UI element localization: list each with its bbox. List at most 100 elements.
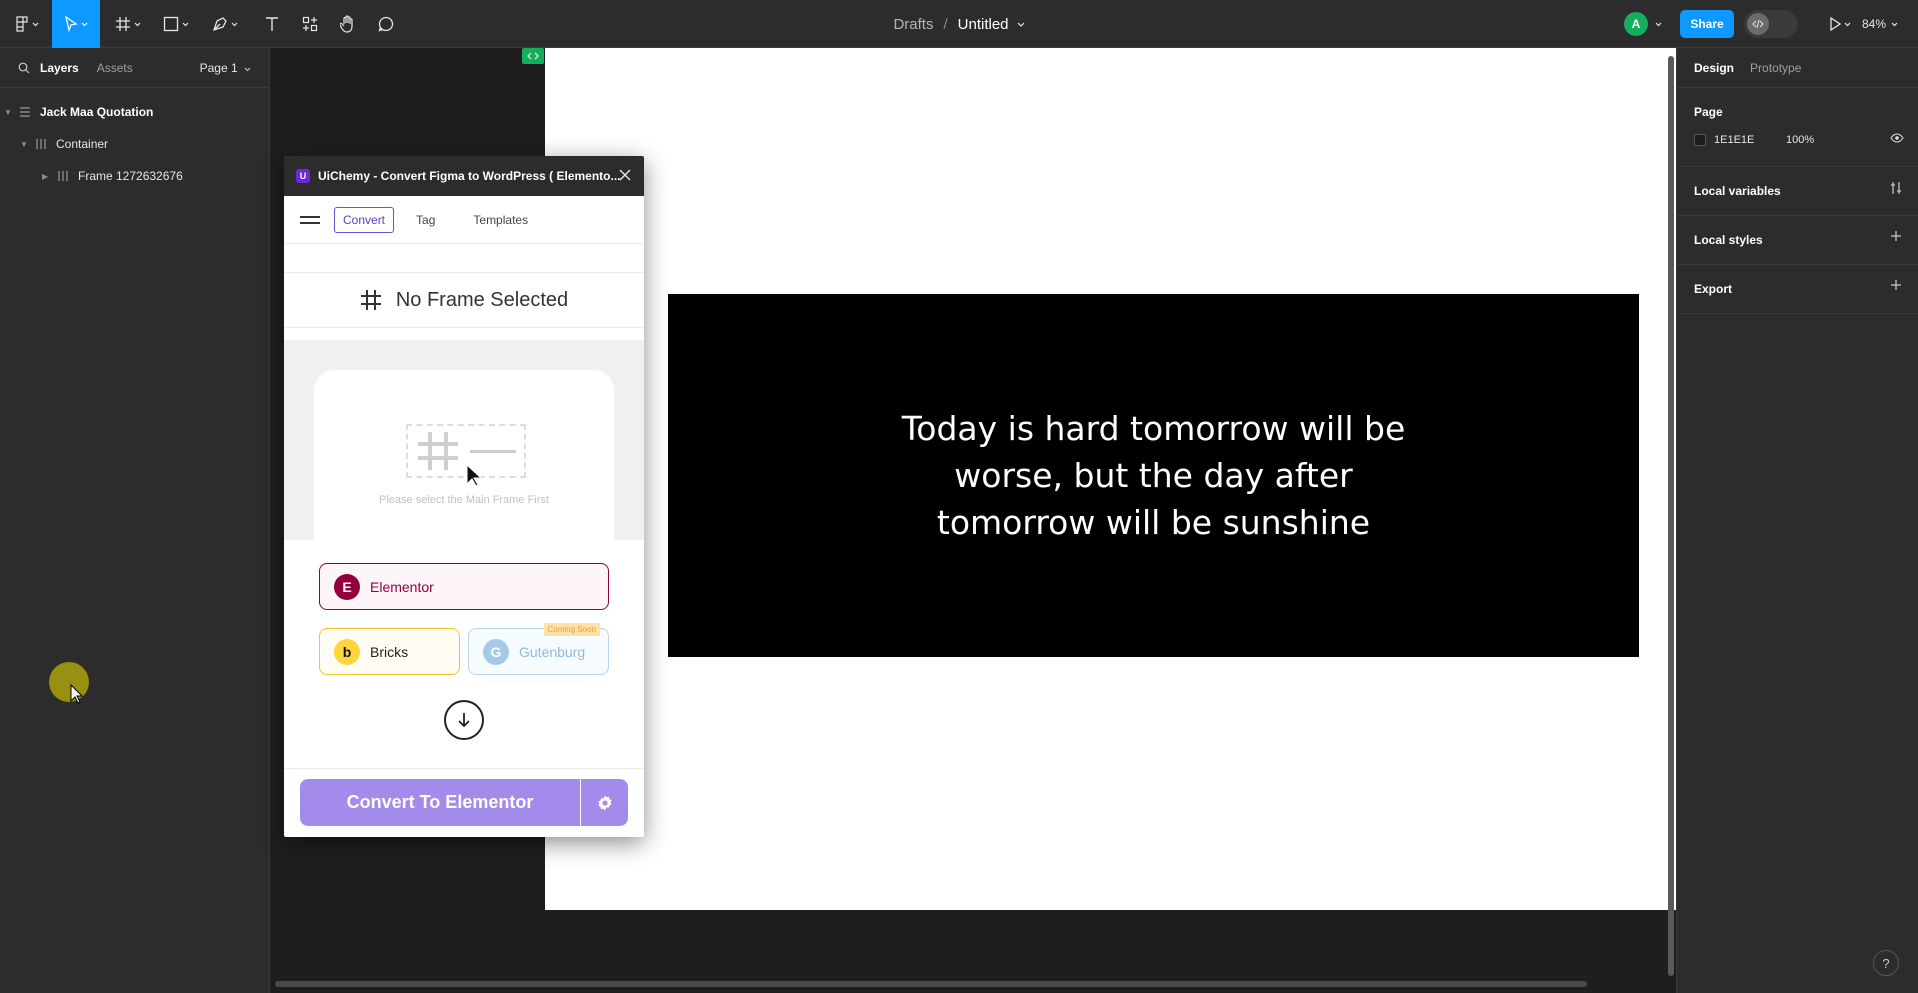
plugin-title: UiChemy - Convert Figma to WordPress ( E… bbox=[318, 169, 621, 183]
expand-arrow-icon[interactable]: ▼ bbox=[4, 108, 16, 117]
elementor-logo-icon: E bbox=[334, 573, 360, 600]
file-title[interactable]: Untitled bbox=[958, 16, 1009, 33]
frame-tool-button[interactable] bbox=[108, 0, 148, 48]
chevron-down-icon[interactable] bbox=[1017, 22, 1025, 27]
tab-prototype[interactable]: Prototype bbox=[1750, 61, 1801, 75]
elementor-label: Elementor bbox=[370, 578, 434, 595]
plus-icon[interactable] bbox=[1890, 279, 1902, 291]
text-tool-button[interactable] bbox=[254, 0, 290, 48]
page-color-row[interactable]: 1E1E1E 100% bbox=[1677, 128, 1918, 152]
vertical-scrollbar[interactable] bbox=[1668, 56, 1674, 976]
rectangle-icon bbox=[163, 16, 179, 32]
help-button[interactable]: ? bbox=[1873, 950, 1899, 976]
preview-card: Please select the Main Frame First bbox=[314, 370, 614, 560]
bricks-logo-icon: b bbox=[334, 638, 360, 665]
dev-handoff-badge[interactable] bbox=[522, 48, 544, 64]
local-variables-section: Local variables bbox=[1677, 167, 1918, 216]
design-panel: Design Prototype Page 1E1E1E 100% Local … bbox=[1676, 48, 1918, 993]
layer-row[interactable]: ▼ Container bbox=[0, 128, 269, 160]
gutenburg-button[interactable]: G Gutenburg Coming Soon bbox=[468, 623, 609, 675]
pen-tool-button[interactable] bbox=[204, 0, 246, 48]
resources-button[interactable] bbox=[292, 0, 328, 48]
eye-icon[interactable] bbox=[1890, 133, 1904, 143]
expand-arrow-icon[interactable]: ▼ bbox=[20, 140, 32, 149]
no-frame-text: No Frame Selected bbox=[395, 288, 569, 311]
settings-button[interactable] bbox=[581, 779, 628, 826]
close-icon[interactable] bbox=[618, 168, 632, 182]
code-icon bbox=[527, 52, 539, 60]
comment-icon bbox=[378, 16, 394, 32]
hand-tool-button[interactable] bbox=[330, 0, 366, 48]
user-avatar[interactable]: A bbox=[1624, 12, 1648, 36]
comment-tool-button[interactable] bbox=[368, 0, 404, 48]
frame-icon bbox=[418, 432, 458, 470]
gear-icon bbox=[597, 795, 612, 810]
share-button[interactable]: Share bbox=[1680, 10, 1734, 38]
zoom-label: 84% bbox=[1862, 17, 1887, 31]
chevron-down-icon bbox=[182, 22, 189, 26]
uichemy-plugin-window: U UiChemy - Convert Figma to WordPress (… bbox=[284, 156, 644, 837]
breadcrumb-drafts[interactable]: Drafts bbox=[893, 16, 933, 33]
auto-layout-horizontal-icon bbox=[36, 139, 46, 149]
scroll-down-button[interactable] bbox=[444, 700, 484, 740]
local-styles-section: Local styles bbox=[1677, 216, 1918, 265]
export-label: Export bbox=[1694, 282, 1733, 296]
page-opacity[interactable]: 100% bbox=[1786, 134, 1814, 146]
plugin-footer: Convert To Elementor bbox=[284, 768, 644, 837]
elementor-button[interactable]: E Elementor bbox=[319, 563, 609, 610]
page-selector[interactable]: Page 1 bbox=[200, 61, 251, 75]
layer-row[interactable]: ▼ Jack Maa Quotation bbox=[0, 96, 269, 128]
dev-mode-toggle[interactable] bbox=[1744, 10, 1798, 38]
tab-convert[interactable]: Convert bbox=[334, 206, 395, 233]
design-panel-tabs: Design Prototype bbox=[1677, 48, 1918, 88]
dev-mode-knob bbox=[1747, 13, 1769, 35]
chevron-down-icon bbox=[231, 22, 238, 26]
uichemy-logo-icon: U bbox=[296, 169, 310, 183]
quote-text: Today is hard tomorrow will be worse, bu… bbox=[901, 409, 1406, 542]
local-styles-heading[interactable]: Local styles bbox=[1677, 216, 1918, 264]
preview-area: Please select the Main Frame First bbox=[284, 340, 644, 560]
components-icon bbox=[302, 16, 318, 32]
plugin-title-bar[interactable]: U UiChemy - Convert Figma to WordPress (… bbox=[284, 156, 644, 196]
tab-assets[interactable]: Assets bbox=[97, 61, 133, 75]
plus-icon[interactable] bbox=[1890, 230, 1902, 242]
collapse-arrow-icon[interactable]: ▶ bbox=[42, 172, 54, 181]
plugin-nav: Convert Tag Templates bbox=[284, 196, 644, 244]
horizontal-scrollbar[interactable] bbox=[275, 981, 1587, 987]
present-button[interactable] bbox=[1822, 0, 1858, 48]
shape-tool-button[interactable] bbox=[156, 0, 196, 48]
tab-templates[interactable]: Templates bbox=[465, 208, 536, 232]
chevron-down-icon[interactable] bbox=[1655, 22, 1662, 27]
variables-icon[interactable] bbox=[1890, 181, 1902, 195]
export-section: Export bbox=[1677, 265, 1918, 314]
bricks-label: Bricks bbox=[370, 643, 409, 660]
tab-tag[interactable]: Tag bbox=[408, 208, 443, 232]
search-icon[interactable] bbox=[18, 62, 30, 74]
auto-layout-horizontal-icon bbox=[58, 171, 68, 181]
export-heading[interactable]: Export bbox=[1677, 265, 1918, 313]
main-menu-button[interactable] bbox=[8, 0, 46, 48]
frame-icon bbox=[360, 290, 381, 310]
chevron-down-icon bbox=[32, 22, 39, 26]
hamburger-menu-icon[interactable] bbox=[300, 212, 320, 228]
local-variables-heading[interactable]: Local variables bbox=[1677, 167, 1918, 215]
color-swatch[interactable] bbox=[1694, 134, 1706, 146]
mouse-pointer-icon bbox=[466, 464, 483, 487]
move-tool-button[interactable] bbox=[52, 0, 100, 48]
zoom-control[interactable]: 84% bbox=[1862, 0, 1898, 48]
coming-soon-badge: Coming Soon bbox=[543, 623, 600, 636]
tab-design[interactable]: Design bbox=[1694, 61, 1734, 75]
code-icon bbox=[1752, 19, 1764, 29]
bricks-button[interactable]: b Bricks bbox=[319, 628, 460, 675]
play-icon bbox=[1830, 17, 1841, 31]
chevron-down-icon bbox=[81, 22, 88, 26]
local-variables-label: Local variables bbox=[1694, 184, 1781, 198]
page-color-hex[interactable]: 1E1E1E bbox=[1714, 134, 1786, 146]
gutenberg-logo-icon: G bbox=[483, 638, 509, 665]
quote-frame[interactable]: Today is hard tomorrow will be worse, bu… bbox=[668, 294, 1639, 657]
layer-row[interactable]: ▶ Frame 1272632676 bbox=[0, 160, 269, 192]
chevron-down-icon bbox=[244, 67, 251, 71]
convert-to-elementor-button[interactable]: Convert To Elementor bbox=[300, 779, 580, 826]
tab-layers[interactable]: Layers bbox=[40, 61, 79, 75]
placeholder-line bbox=[470, 450, 516, 453]
